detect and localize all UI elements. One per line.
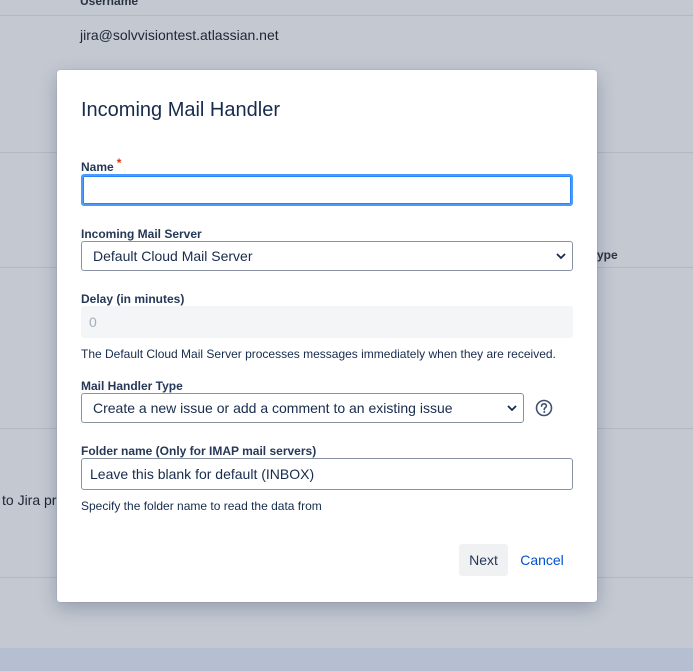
folder-label: Folder name (Only for IMAP mail servers) bbox=[81, 444, 317, 458]
required-asterisk: * bbox=[116, 156, 122, 170]
folder-input[interactable]: Leave this blank for default (INBOX) bbox=[81, 458, 573, 490]
delay-label: Delay (in minutes) bbox=[81, 292, 185, 306]
mail-server-select[interactable]: Default Cloud Mail Server bbox=[81, 241, 573, 271]
dialog-title: Incoming Mail Handler bbox=[81, 99, 280, 121]
handler-type-selected: Create a new issue or add a comment to a… bbox=[93, 400, 453, 416]
folder-help-text: Specify the folder name to read the data… bbox=[81, 499, 322, 513]
footer-band bbox=[0, 648, 693, 671]
help-icon[interactable] bbox=[534, 398, 554, 418]
incoming-mail-handler-dialog: Incoming Mail Handler Name * Incoming Mai… bbox=[57, 70, 597, 602]
type-header-fragment: ype bbox=[597, 248, 618, 262]
handler-type-label: Mail Handler Type bbox=[81, 379, 183, 393]
username-column-header: Username bbox=[80, 0, 139, 8]
chevron-down-icon bbox=[556, 253, 566, 260]
delay-help-text: The Default Cloud Mail Server processes … bbox=[81, 347, 556, 361]
mail-server-selected: Default Cloud Mail Server bbox=[93, 248, 253, 264]
username-cell: jira@solvvisiontest.atlassian.net bbox=[80, 27, 279, 43]
jira-text-fragment: to Jira pro bbox=[2, 492, 65, 508]
delay-input: 0 bbox=[81, 306, 573, 338]
cancel-button[interactable]: Cancel bbox=[517, 544, 567, 576]
name-input[interactable] bbox=[81, 174, 573, 206]
name-label-text: Name bbox=[81, 160, 114, 174]
table-divider bbox=[0, 15, 693, 16]
name-label: Name * bbox=[81, 156, 121, 174]
handler-type-select[interactable]: Create a new issue or add a comment to a… bbox=[81, 393, 524, 423]
chevron-down-icon bbox=[507, 405, 517, 412]
next-button[interactable]: Next bbox=[459, 544, 508, 576]
mail-server-label: Incoming Mail Server bbox=[81, 227, 202, 241]
